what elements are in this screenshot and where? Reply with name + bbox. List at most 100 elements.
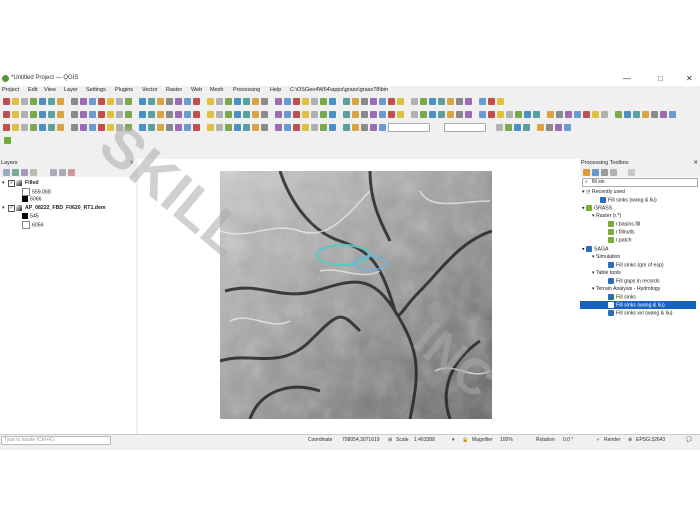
toolbar-tool-button[interactable] xyxy=(438,111,445,118)
menu-project[interactable]: Project xyxy=(2,87,19,93)
toolbar-tool-button[interactable] xyxy=(98,98,105,105)
models-icon[interactable] xyxy=(583,169,590,176)
toolbar-tool-button[interactable] xyxy=(57,124,64,131)
toolbar-tool-button[interactable] xyxy=(21,111,28,118)
toolbar-tool-button[interactable] xyxy=(89,124,96,131)
toolbar-tool-button[interactable] xyxy=(216,98,223,105)
toolbar-tool-button[interactable] xyxy=(388,111,395,118)
coordinate-value[interactable]: 708054,3071619 xyxy=(342,437,380,443)
expand-all-icon[interactable] xyxy=(50,169,57,176)
toolbar-tool-button[interactable] xyxy=(497,98,504,105)
toolbar-tool-button[interactable] xyxy=(361,124,368,131)
menu-raster[interactable]: Raster xyxy=(166,87,182,93)
toolbar-tool-button[interactable] xyxy=(465,98,472,105)
maximize-button[interactable]: □ xyxy=(658,74,663,83)
toolbar-tool-button[interactable] xyxy=(547,111,554,118)
toolbar-tool-button[interactable] xyxy=(379,124,386,131)
menu-help[interactable]: Help xyxy=(270,87,281,93)
toolbar-tool-button[interactable] xyxy=(465,111,472,118)
toolbar-tool-button[interactable] xyxy=(275,111,282,118)
toolbar-tool-button[interactable] xyxy=(252,124,259,131)
open-layer-styling-icon[interactable] xyxy=(3,169,10,176)
snapping-tolerance-input[interactable] xyxy=(388,123,430,132)
minimize-button[interactable]: — xyxy=(623,74,631,83)
add-group-icon[interactable] xyxy=(12,169,19,176)
toolbar-tool-button[interactable] xyxy=(302,98,309,105)
toolbar-tool-button[interactable] xyxy=(397,98,404,105)
toolbar-tool-button[interactable] xyxy=(343,111,350,118)
toolbar-tool-button[interactable] xyxy=(243,111,250,118)
toolbar-tool-button[interactable] xyxy=(379,111,386,118)
toolbar-tool-button[interactable] xyxy=(479,98,486,105)
algorithm-r-basins-fill[interactable]: r.basins.fill xyxy=(608,221,640,227)
layer-visibility-checkbox[interactable]: ✓ xyxy=(8,205,15,212)
toolbar-tool-button[interactable] xyxy=(601,111,608,118)
toolbar-tool-button[interactable] xyxy=(3,111,10,118)
toolbar-tool-button[interactable] xyxy=(284,111,291,118)
toolbar-tool-button[interactable] xyxy=(361,111,368,118)
toolbar-tool-button[interactable] xyxy=(261,98,268,105)
toolbar-tool-button[interactable] xyxy=(30,98,37,105)
toolbar-tool-button[interactable] xyxy=(234,98,241,105)
algorithm-fill-sinks-wang-liu-selected[interactable]: Fill sinks (wang & liu) xyxy=(580,301,696,309)
menu-layer[interactable]: Layer xyxy=(64,87,78,93)
toolbar-tool-button[interactable] xyxy=(302,124,309,131)
results-viewer-icon[interactable] xyxy=(601,169,608,176)
toolbar-tool-button[interactable] xyxy=(252,98,259,105)
toolbar-tool-button[interactable] xyxy=(261,124,268,131)
toolbar-tool-button[interactable] xyxy=(275,124,282,131)
menu-settings[interactable]: Settings xyxy=(86,87,106,93)
toolbar-tool-button[interactable] xyxy=(352,124,359,131)
menu-vector[interactable]: Vector xyxy=(142,87,158,93)
toolbar-tool-button[interactable] xyxy=(293,124,300,131)
toolbar-tool-button[interactable] xyxy=(429,111,436,118)
toolbar-tool-button[interactable] xyxy=(497,111,504,118)
toolbar-tool-button[interactable] xyxy=(48,124,55,131)
toolbar-tool-button[interactable] xyxy=(320,111,327,118)
toolbar-tool-button[interactable] xyxy=(57,111,64,118)
toolbar-tool-button[interactable] xyxy=(583,111,590,118)
close-button[interactable]: ✕ xyxy=(686,74,693,83)
toolbar-tool-button[interactable] xyxy=(193,98,200,105)
toolbar-tool-button[interactable] xyxy=(148,124,155,131)
toolbar-tool-button[interactable] xyxy=(329,98,336,105)
toolbar-tool-button[interactable] xyxy=(479,111,486,118)
group-grass-raster[interactable]: ▾ Raster (r.*) xyxy=(592,213,621,219)
toolbar-tool-button[interactable] xyxy=(293,98,300,105)
menu-view[interactable]: View xyxy=(44,87,56,93)
toolbar-tool-button[interactable] xyxy=(139,98,146,105)
magnifier-value[interactable]: 100% xyxy=(500,437,513,443)
toolbar-tool-button[interactable] xyxy=(523,124,530,131)
toolbar-tool-button[interactable] xyxy=(488,111,495,118)
toolbar-tool-button[interactable] xyxy=(293,111,300,118)
toolbar-tool-button[interactable] xyxy=(30,124,37,131)
filter-legend-icon[interactable] xyxy=(30,169,37,176)
toolbar-tool-button[interactable] xyxy=(107,98,114,105)
toolbar-tool-button[interactable] xyxy=(80,98,87,105)
toolbar-tool-button[interactable] xyxy=(546,124,553,131)
toolbar-tool-button[interactable] xyxy=(311,98,318,105)
toolbar-tool-button[interactable] xyxy=(157,111,164,118)
toolbar-tool-button[interactable] xyxy=(320,98,327,105)
algorithm-fill-sinks-xxl[interactable]: Fill sinks xxl (wang & liu) xyxy=(608,310,673,316)
toolbar-tool-button[interactable] xyxy=(216,124,223,131)
toolbar-tool-button[interactable] xyxy=(320,124,327,131)
toolbar-tool-button[interactable] xyxy=(243,98,250,105)
toolbar-tool-button[interactable] xyxy=(361,98,368,105)
toolbar-tool-button[interactable] xyxy=(447,111,454,118)
toolbar-tool-button[interactable] xyxy=(184,98,191,105)
menu-web[interactable]: Web xyxy=(191,87,202,93)
toolbar-tool-button[interactable] xyxy=(157,124,164,131)
toolbar-tool-button[interactable] xyxy=(633,111,640,118)
toolbar-tool-button[interactable] xyxy=(39,124,46,131)
toolbar-tool-button[interactable] xyxy=(555,124,562,131)
toolbar-tool-button[interactable] xyxy=(556,111,563,118)
toolbar-tool-button[interactable] xyxy=(139,111,146,118)
toolbar-tool-button[interactable] xyxy=(48,98,55,105)
toolbar-tool-button[interactable] xyxy=(343,98,350,105)
toolbar-tool-button[interactable] xyxy=(624,111,631,118)
remove-layer-icon[interactable] xyxy=(68,169,75,176)
toolbar-tool-button[interactable] xyxy=(89,111,96,118)
toolbar-tool-button[interactable] xyxy=(311,124,318,131)
toolbar-tool-button[interactable] xyxy=(565,111,572,118)
